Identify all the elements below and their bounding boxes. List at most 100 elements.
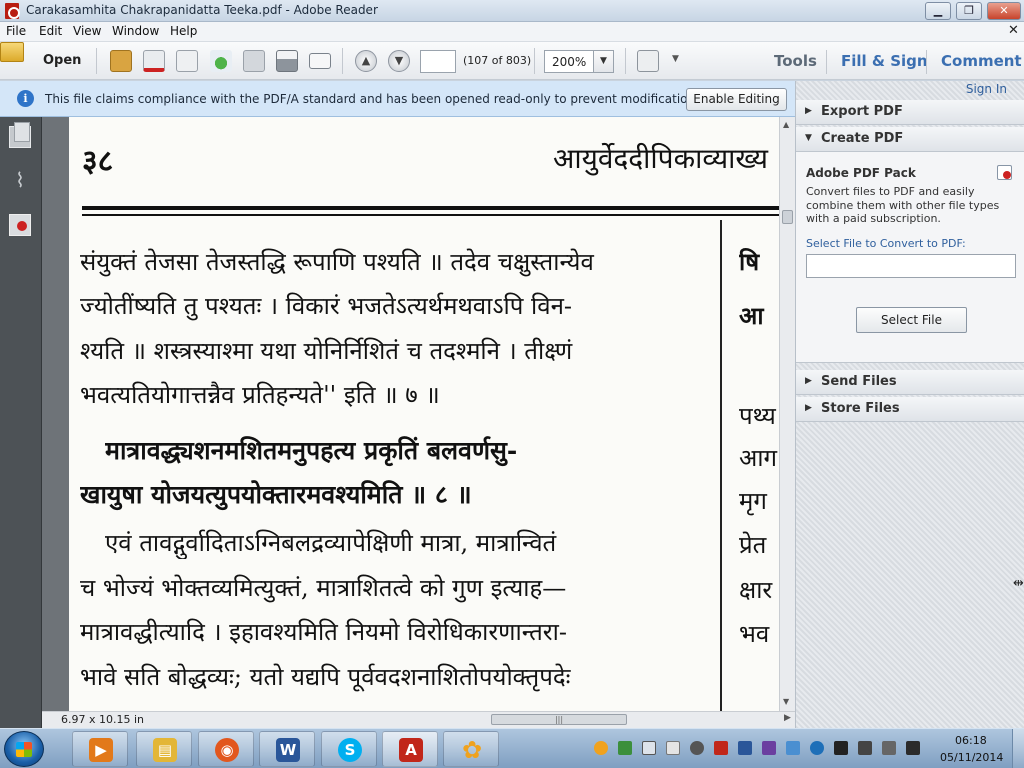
status-bar: 6.97 x 10.15 in ||| ▶: [42, 711, 795, 728]
taskbar-flower-app[interactable]: ✿: [443, 731, 499, 767]
tray-flower-icon[interactable]: [594, 741, 608, 755]
email-icon[interactable]: [309, 53, 331, 69]
start-button[interactable]: [4, 731, 44, 767]
tray-adobe-icon[interactable]: [714, 741, 728, 755]
close-document-icon[interactable]: ✕: [1008, 23, 1019, 38]
right-column-text: प्रेत: [739, 531, 767, 559]
text-line: भवत्यतियोगात्तन्नैव प्रतिहन्यते'' इति ॥ …: [80, 381, 440, 409]
right-column-text: मृग: [739, 487, 767, 515]
adobe-reader-icon: [5, 3, 20, 19]
window-title: Carakasamhita Chakrapanidatta Teeka.pdf …: [26, 3, 378, 17]
title-bar: Carakasamhita Chakrapanidatta Teeka.pdf …: [0, 0, 1024, 22]
upload-cloud-icon[interactable]: [210, 50, 232, 72]
close-button[interactable]: ✕: [987, 2, 1021, 20]
tray-volume-icon[interactable]: [858, 741, 872, 755]
tray-power-icon[interactable]: [882, 741, 896, 755]
attachments-icon[interactable]: ⌇: [9, 169, 31, 191]
clock-time[interactable]: 06:18: [955, 734, 987, 747]
menu-edit[interactable]: Edit: [39, 24, 62, 38]
select-file-button[interactable]: Select File: [856, 307, 967, 333]
flower-icon: ✿: [461, 736, 483, 764]
adobe-reader-icon: A: [399, 738, 423, 762]
show-desktop-button[interactable]: [1012, 729, 1024, 768]
page-thumbnails-icon[interactable]: [9, 122, 31, 148]
customize-toolbar-icon[interactable]: ▼: [672, 54, 679, 64]
system-tray: [590, 733, 930, 765]
document-view[interactable]: ३८ आयुर्वेददीपिकाव्याख्य संयुक्तं तेजसा …: [42, 117, 795, 711]
tray-onenote-icon[interactable]: [762, 741, 776, 755]
taskbar-firefox[interactable]: ◉: [198, 731, 254, 767]
maximize-button[interactable]: ❐: [956, 2, 982, 20]
tray-update-icon[interactable]: [810, 741, 824, 755]
scroll-up-icon[interactable]: ▲: [783, 120, 789, 129]
menu-file[interactable]: File: [6, 24, 26, 38]
firefox-icon: ◉: [215, 738, 239, 762]
create-pdf-icon[interactable]: [110, 50, 132, 72]
toolbar-separator: [342, 48, 343, 74]
folder-open-icon[interactable]: [0, 42, 24, 62]
select-file-field[interactable]: [806, 254, 1016, 278]
print-icon[interactable]: [276, 50, 298, 72]
export-pdf-icon[interactable]: [143, 50, 165, 72]
tab-comment[interactable]: Comment: [941, 52, 1022, 70]
section-create-pdf[interactable]: ▼ Create PDF: [796, 127, 1024, 152]
toolbar-separator: [96, 48, 97, 74]
zoom-select[interactable]: 200% ▼: [544, 50, 614, 73]
sign-in-link[interactable]: Sign In: [966, 82, 1007, 96]
menu-bar: File Edit View Window Help ✕: [0, 22, 1024, 42]
signatures-icon[interactable]: [9, 214, 31, 236]
menu-window[interactable]: Window: [112, 24, 159, 38]
page-number: ३८: [82, 144, 114, 179]
save-icon[interactable]: [243, 50, 265, 72]
horizontal-scroll-thumb[interactable]: |||: [491, 714, 627, 725]
right-column-text: आग: [739, 444, 778, 472]
tray-network-status-icon[interactable]: [906, 741, 920, 755]
text-line: एवं तावद्गुर्वादिताऽग्निबलद्रव्यापेक्षिण…: [105, 529, 557, 557]
tray-display-icon[interactable]: [642, 741, 656, 755]
pdf-pack-icon: [997, 165, 1012, 180]
taskbar-word[interactable]: W: [259, 731, 315, 767]
minimize-button[interactable]: ▁: [925, 2, 951, 20]
tray-app-icon[interactable]: [834, 741, 848, 755]
tab-divider: [826, 50, 827, 74]
scroll-down-icon[interactable]: ▼: [783, 697, 789, 706]
taskbar-skype[interactable]: S: [321, 731, 377, 767]
page-number-input[interactable]: [420, 50, 456, 73]
section-label: Create PDF: [821, 131, 904, 146]
edit-document-icon[interactable]: [176, 50, 198, 72]
taskbar-adobe-reader[interactable]: A: [382, 731, 438, 767]
tray-network-icon[interactable]: [618, 741, 632, 755]
taskbar-file-explorer[interactable]: ▤: [136, 731, 192, 767]
right-column-text: क्षार: [739, 576, 773, 604]
tab-fill-sign[interactable]: Fill & Sign: [841, 52, 928, 70]
menu-help[interactable]: Help: [170, 24, 197, 38]
enable-editing-button[interactable]: Enable Editing: [686, 88, 787, 111]
pdf-page: ३८ आयुर्वेददीपिकाव्याख्य संयुक्तं तेजसा …: [69, 117, 779, 711]
scroll-right-icon[interactable]: ▶: [784, 713, 791, 723]
scroll-thumb[interactable]: [782, 210, 793, 224]
tray-flag-icon[interactable]: [666, 741, 680, 755]
chevron-down-icon: ▼: [805, 133, 812, 143]
zoom-value: 200%: [552, 55, 587, 69]
text-line: च भोज्यं भोक्तव्यमित्युक्तं, मात्राशितत्…: [80, 574, 567, 602]
section-export-pdf[interactable]: ▶ Export PDF: [796, 100, 1024, 125]
chevron-right-icon: ▶: [805, 106, 812, 116]
tray-sync-icon[interactable]: [786, 741, 800, 755]
clock-date[interactable]: 05/11/2014: [940, 751, 1003, 764]
taskbar-media-player[interactable]: ▶: [72, 731, 128, 767]
section-send-files[interactable]: ▶ Send Files: [796, 370, 1024, 395]
tray-speaker-icon[interactable]: [690, 741, 704, 755]
open-button[interactable]: Open: [43, 53, 81, 68]
tray-word-icon[interactable]: [738, 741, 752, 755]
fit-page-icon[interactable]: [637, 50, 659, 72]
vertical-scrollbar[interactable]: ▲ ▼: [779, 117, 795, 711]
next-page-button[interactable]: ▼: [388, 50, 410, 72]
section-store-files[interactable]: ▶ Store Files: [796, 397, 1024, 422]
chevron-down-icon[interactable]: ▼: [593, 51, 613, 72]
section-label: Send Files: [821, 374, 897, 389]
page-count: (107 of 803): [463, 54, 532, 67]
menu-view[interactable]: View: [73, 24, 101, 38]
tab-tools[interactable]: Tools: [774, 52, 817, 70]
verse-line: खायुषा योजयत्युपयोक्तारमवश्यमिति ॥ ८ ॥: [80, 480, 472, 509]
previous-page-button[interactable]: ▲: [355, 50, 377, 72]
